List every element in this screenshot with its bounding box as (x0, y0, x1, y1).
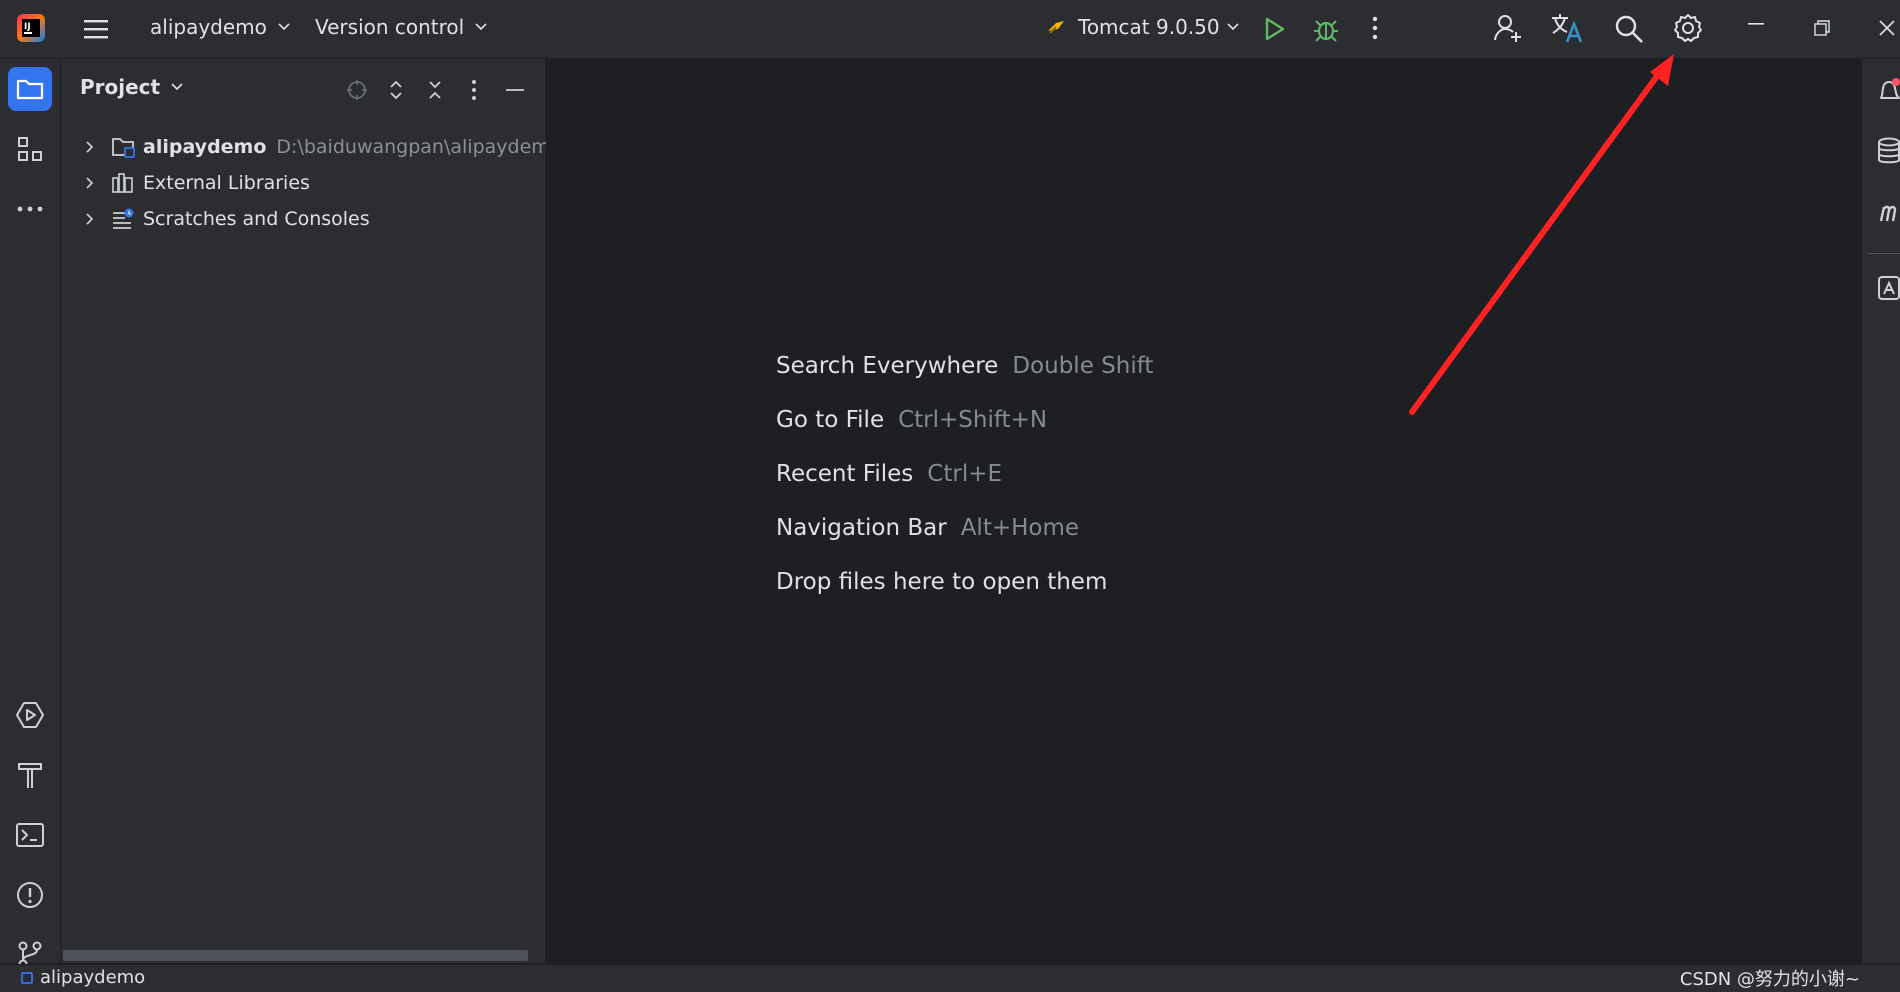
project-panel-header: Project (61, 59, 545, 119)
tree-item-project-root[interactable]: alipaydemo D:\baiduwangpan\alipaydemo (61, 130, 561, 164)
ai-assistant-icon[interactable] (1877, 274, 1900, 302)
hide-panel-icon[interactable] (504, 79, 526, 101)
tree-item-external-libraries[interactable]: External Libraries (61, 166, 310, 200)
hint-action: Recent Files (776, 461, 914, 487)
module-icon (20, 971, 34, 985)
hint-search-everywhere: Search Everywhere Double Shift (776, 353, 1153, 379)
run-config-name: Tomcat 9.0.50 (1078, 15, 1220, 39)
main-menu-icon[interactable] (82, 16, 110, 42)
problems-tool-button[interactable] (8, 873, 52, 917)
hint-action: Search Everywhere (776, 353, 999, 379)
svg-text:IJ: IJ (24, 22, 31, 32)
restore-icon[interactable] (1814, 20, 1830, 36)
options-icon[interactable] (470, 79, 478, 101)
tree-item-label: alipaydemo (143, 136, 267, 158)
hint-action: Go to File (776, 407, 885, 433)
more-tool-windows-button[interactable] (8, 187, 52, 231)
code-with-me-icon[interactable] (1493, 13, 1523, 43)
services-icon (15, 700, 45, 730)
run-icon[interactable] (1262, 16, 1286, 42)
folder-icon (16, 77, 44, 101)
close-icon[interactable] (1878, 19, 1896, 37)
debug-icon[interactable] (1312, 15, 1340, 43)
hint-shortcut: Double Shift (1012, 353, 1154, 379)
chevron-down-icon (277, 22, 291, 32)
build-tool-button[interactable] (8, 753, 52, 797)
locate-file-icon[interactable] (346, 79, 368, 101)
hint-go-to-file: Go to File Ctrl+Shift+N (776, 407, 1047, 433)
hint-shortcut: Alt+Home (960, 515, 1080, 541)
hint-shortcut: Ctrl+E (927, 461, 1003, 487)
tree-item-label: External Libraries (143, 172, 310, 194)
chevron-right-icon[interactable] (85, 212, 105, 226)
search-icon[interactable] (1614, 14, 1644, 44)
problems-icon (15, 880, 45, 910)
hint-drop-files: Drop files here to open them (776, 569, 1107, 595)
structure-tool-button[interactable] (8, 127, 52, 171)
chevron-down-icon (1226, 22, 1240, 32)
chevron-down-icon (474, 22, 488, 32)
vcs-selector[interactable]: Version control (315, 15, 488, 39)
settings-gear-icon[interactable] (1673, 13, 1703, 43)
database-icon[interactable] (1877, 137, 1900, 165)
tree-item-label: Scratches and Consoles (143, 208, 370, 230)
status-bar: alipaydemo CSDN @努力的小谢~ (0, 964, 1900, 992)
more-actions-icon[interactable] (1370, 15, 1380, 41)
scratches-icon (111, 208, 137, 230)
right-tool-window-bar (1861, 59, 1900, 963)
maven-icon[interactable] (1877, 197, 1900, 225)
project-name: alipaydemo (150, 15, 267, 39)
expand-all-icon[interactable] (388, 79, 404, 101)
library-icon (111, 172, 137, 194)
minimize-icon[interactable] (1748, 22, 1764, 26)
project-tool-window: Project alipaydemo D:\baiduwangpan\alipa… (61, 59, 561, 963)
status-project-breadcrumb[interactable]: alipaydemo (20, 967, 145, 988)
run-config-selector[interactable]: Tomcat 9.0.50 (1046, 15, 1240, 39)
hammer-icon (16, 760, 44, 790)
vcs-label: Version control (315, 15, 465, 39)
tree-item-path: D:\baiduwangpan\alipaydemo (276, 136, 562, 158)
tomcat-icon (1046, 17, 1066, 37)
notifications-icon[interactable] (1877, 76, 1900, 106)
hint-action: Navigation Bar (776, 515, 947, 541)
services-tool-button[interactable] (8, 693, 52, 737)
title-bar: IJ alipaydemo Version control Tomcat 9.0… (0, 0, 1900, 59)
intellij-logo-icon[interactable]: IJ (16, 13, 46, 43)
hint-action: Drop files here to open them (776, 569, 1108, 595)
right-bar-divider (1868, 253, 1900, 254)
hint-recent-files: Recent Files Ctrl+E (776, 461, 1002, 487)
chevron-right-icon[interactable] (85, 176, 105, 190)
chevron-down-icon (170, 82, 184, 92)
terminal-icon (15, 822, 45, 848)
left-tool-window-bar (0, 59, 61, 969)
project-selector[interactable]: alipaydemo (150, 15, 291, 39)
terminal-tool-button[interactable] (8, 813, 52, 857)
editor-empty-state: Search Everywhere Double Shift Go to File… (546, 59, 1860, 963)
collapse-all-icon[interactable] (427, 79, 443, 101)
hint-shortcut: Ctrl+Shift+N (898, 407, 1048, 433)
tree-item-scratches[interactable]: Scratches and Consoles (61, 202, 370, 236)
csdn-watermark: CSDN @努力的小谢~ (1679, 969, 1860, 990)
project-tool-button[interactable] (8, 67, 52, 111)
translate-icon[interactable] (1550, 12, 1584, 44)
structure-icon (17, 136, 43, 162)
horizontal-scrollbar[interactable] (63, 950, 528, 961)
panel-title: Project (80, 75, 161, 99)
module-folder-icon (111, 135, 137, 159)
hint-navigation-bar: Navigation Bar Alt+Home (776, 515, 1079, 541)
project-view-selector[interactable]: Project (80, 75, 184, 99)
chevron-right-icon[interactable] (85, 140, 105, 154)
ellipsis-icon (16, 205, 44, 213)
status-project-label: alipaydemo (40, 967, 146, 988)
